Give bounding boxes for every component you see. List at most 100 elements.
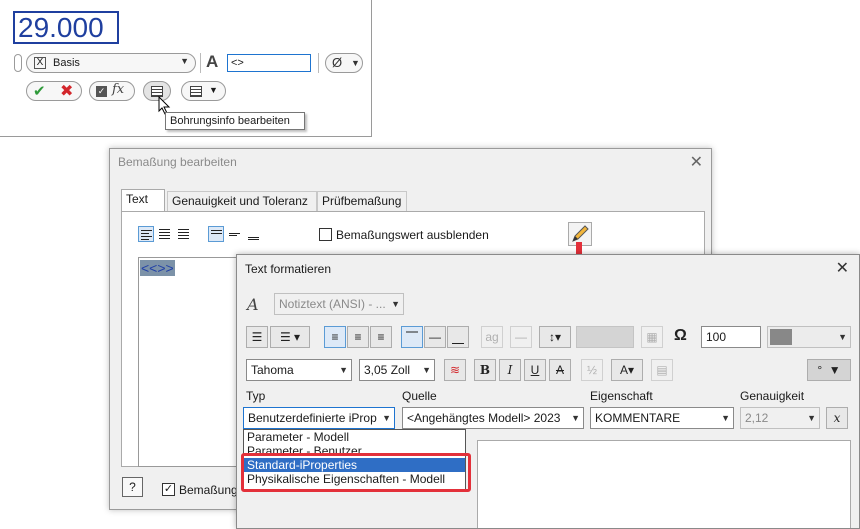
valign-middle-icon[interactable] — [227, 226, 243, 242]
valign-bottom-icon[interactable]: ⎽ — [447, 326, 469, 348]
font-value: Tahoma — [251, 363, 294, 377]
text-style-combo[interactable]: Notiztext (ANSI) - ... ▼ — [274, 293, 404, 315]
tooltip: Bohrungsinfo bearbeiten — [165, 112, 305, 130]
quelle-value: <Angehängtes Modell> 2023 — [407, 411, 561, 425]
chevron-down-icon: ▼ — [351, 58, 360, 68]
highlight-annotation-box — [241, 453, 471, 492]
diameter-symbol: Ø — [332, 55, 343, 70]
align-right-icon[interactable]: ≡ — [370, 326, 392, 348]
eigenschaft-combo[interactable]: KOMMENTARE ▼ — [590, 407, 734, 429]
text-style-icon: A — [247, 295, 259, 314]
stacking-icon: ag — [481, 326, 503, 348]
strikethrough-layer-icon[interactable]: ≋ — [444, 359, 466, 381]
align-center-icon[interactable] — [157, 226, 173, 242]
width-scale-icon: Ω — [674, 327, 687, 344]
format-text-editor[interactable] — [477, 440, 851, 528]
align-left-icon[interactable]: ≡ — [324, 326, 346, 348]
dimension-style-selector[interactable]: X Basis ▼ — [26, 53, 196, 73]
text-format-icon[interactable]: A — [206, 52, 218, 72]
chevron-down-icon: ▼ — [571, 413, 580, 423]
toolbar-divider — [318, 53, 319, 73]
fx-icon: fx — [112, 82, 125, 97]
hide-value-checkbox[interactable] — [319, 228, 332, 241]
quelle-label: Quelle — [402, 389, 437, 403]
close-icon[interactable]: ✕ — [690, 152, 703, 172]
genauigkeit-combo: 2,12 ▼ — [740, 407, 820, 429]
help-button[interactable]: ? — [122, 477, 143, 497]
align-left-icon[interactable] — [138, 226, 154, 242]
chevron-down-icon: ▼ — [209, 85, 218, 95]
cancel-x-icon[interactable]: ✖ — [60, 81, 73, 101]
hide-value-label: Bemaßungswert ausblenden — [336, 228, 489, 242]
dimension-style-label: Basis — [53, 57, 80, 69]
color-swatch — [770, 329, 792, 345]
valign-top-icon[interactable]: ⎺ — [401, 326, 423, 348]
checkbox-icon: ✓ — [96, 86, 107, 97]
ok-cancel-group: ✔ ✖ — [26, 81, 82, 101]
list-icon — [190, 86, 202, 97]
chevron-down-icon: ▼ — [838, 332, 847, 342]
chevron-down-icon: ▼ — [807, 413, 816, 423]
parameter-fx-button[interactable]: ✓ fx — [89, 81, 135, 101]
dimension-value-token: <<>> — [140, 260, 175, 276]
dimension-text-input[interactable]: <> — [227, 54, 311, 72]
text-fit-icon: ▦ — [641, 326, 663, 348]
font-size-combo[interactable]: 3,05 Zoll ▼ — [359, 359, 435, 381]
underline-button[interactable]: U — [524, 359, 546, 381]
eigenschaft-label: Eigenschaft — [590, 389, 653, 403]
diameter-symbol-dropdown[interactable]: Ø ▼ — [325, 53, 363, 73]
valign-bottom-icon[interactable] — [246, 226, 262, 242]
list-options-dropdown[interactable]: ▼ — [181, 81, 226, 101]
insert-parameter-icon[interactable]: x — [826, 407, 848, 429]
line-icon: — — [510, 326, 532, 348]
dimension-mini-toolbar: 29.000 X Basis ▼ A <> Ø ▼ ✔ ✖ ✓ fx ▼ Boh… — [0, 0, 372, 137]
align-center-icon[interactable]: ≡ — [347, 326, 369, 348]
chevron-down-icon: ▼ — [339, 365, 348, 375]
case-dropdown[interactable]: A▾ — [611, 359, 643, 381]
font-combo[interactable]: Tahoma ▼ — [246, 359, 352, 381]
typ-combo[interactable]: Benutzerdefinierte iProp ▼ — [243, 407, 395, 429]
text-color-dropdown[interactable]: ° ▼ — [807, 359, 851, 381]
chevron-down-icon: ▼ — [180, 56, 189, 66]
tab-inspection-dimension[interactable]: Prüfbemaßung — [317, 191, 407, 211]
bottom-checkbox-label: Bemaßung — [179, 483, 238, 497]
font-size-value: 3,05 Zoll — [364, 363, 411, 377]
chevron-down-icon: ▼ — [391, 299, 400, 309]
eigenschaft-value: KOMMENTARE — [595, 411, 681, 425]
tab-text[interactable]: Text — [121, 189, 165, 212]
bold-button[interactable]: B — [474, 359, 496, 381]
color-dropdown: ▼ — [767, 326, 851, 348]
fraction-icon: ½ — [581, 359, 603, 381]
valign-middle-icon[interactable]: — — [424, 326, 446, 348]
chevron-down-icon: ▼ — [422, 365, 431, 375]
dimension-text-editor[interactable]: <<>> — [138, 257, 248, 467]
genauigkeit-value: 2,12 — [745, 411, 769, 425]
strikethrough-button[interactable]: A — [549, 359, 571, 381]
italic-button[interactable]: I — [499, 359, 521, 381]
dimension-style-icon: X — [34, 57, 46, 69]
text-style-value: Notiztext (ANSI) - ... — [279, 297, 386, 311]
close-icon[interactable]: ✕ — [836, 258, 849, 278]
toolbar-grip-handle[interactable] — [14, 54, 22, 72]
bullet-list-icon[interactable]: ☰ — [246, 326, 268, 348]
chevron-down-icon: ▼ — [721, 413, 730, 423]
align-right-icon[interactable] — [176, 226, 192, 242]
dialog-title: Text formatieren — [245, 262, 332, 276]
toolbar-divider — [200, 53, 201, 73]
dialog-title: Bemaßung bearbeiten — [118, 155, 237, 169]
dimension-value-display[interactable]: 29.000 — [13, 11, 119, 44]
chevron-down-icon: ▼ — [382, 413, 391, 423]
spacing-value-field — [576, 326, 634, 348]
typ-label: Typ — [246, 389, 266, 403]
genauigkeit-label: Genauigkeit — [740, 389, 805, 403]
valign-top-icon[interactable] — [208, 226, 224, 242]
typ-value: Benutzerdefinierte iProp — [248, 411, 377, 425]
ok-check-icon[interactable]: ✔ — [33, 82, 46, 100]
list-item[interactable]: Parameter - Modell — [244, 430, 465, 444]
line-spacing-dropdown[interactable]: ↕▾ — [539, 326, 571, 348]
numbered-list-dropdown[interactable]: ☰ ▾ — [270, 326, 310, 348]
width-percent-input[interactable]: 100 — [701, 326, 761, 348]
bottom-checkbox[interactable]: ✓ — [162, 483, 175, 496]
tab-precision-tolerance[interactable]: Genauigkeit und Toleranz — [167, 191, 317, 211]
quelle-combo[interactable]: <Angehängtes Modell> 2023 ▼ — [402, 407, 584, 429]
